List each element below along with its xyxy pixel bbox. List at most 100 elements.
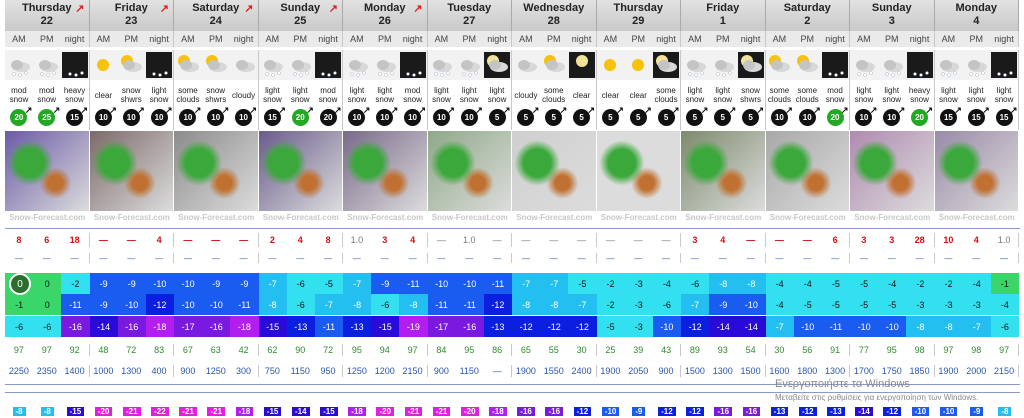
freezing-group: 2250 2350 1400	[5, 365, 90, 377]
humidity-value: 97	[943, 345, 954, 355]
cloud-base-cell: -20	[456, 405, 484, 418]
cloud-icon	[231, 52, 257, 78]
freezing-level: 1900	[938, 366, 959, 376]
wind-speed-badge: 5 ↗	[686, 105, 708, 126]
humidity-value: 63	[210, 345, 221, 355]
icon-cell	[259, 50, 287, 80]
humidity-value: 86	[492, 345, 503, 355]
wind-speed-badge: 10 ↗	[179, 105, 201, 126]
period-label: AM	[519, 34, 533, 44]
day-name: Sunday	[871, 2, 912, 14]
snow-map-thumbnail[interactable]	[427, 131, 512, 211]
snow-group: — 1.0 —	[428, 233, 512, 247]
icon-group	[174, 50, 259, 80]
wind-speed-badge: 20 ↗	[319, 105, 342, 126]
cloud-base-group: -15 -14 -15	[259, 405, 344, 418]
snow-group: 3 4 —	[681, 233, 766, 247]
min-temp: -9	[89, 294, 118, 315]
icon-cell	[512, 50, 540, 80]
snow-group: 1.0 3 4	[343, 233, 428, 247]
wind-cell: 10 ↗	[117, 104, 145, 130]
day-header: Sunday 3	[850, 0, 935, 31]
night-snow-icon	[822, 52, 849, 78]
humidity-value: 65	[520, 345, 531, 355]
period-label: night	[909, 34, 930, 44]
wind-speed-badge: 5 ↗	[657, 105, 680, 126]
min-temp: -12	[483, 294, 513, 315]
snow-map-thumbnail[interactable]	[596, 131, 681, 211]
rain-amount: —	[944, 253, 953, 263]
snow-amount: —	[774, 235, 784, 245]
temp-group: -5 -3 -10	[596, 316, 682, 337]
freezing-group: 1900 1550 2400	[512, 365, 597, 377]
expand-arrow-icon[interactable]: ↗	[160, 3, 169, 16]
expand-arrow-icon[interactable]: ↗	[75, 3, 84, 16]
period-label: PM	[293, 34, 307, 44]
freezing-group: 750 1150 950	[259, 365, 343, 377]
wind-speed-badge: 5 ↗	[714, 105, 736, 126]
wind-direction-icon: ↗	[813, 104, 821, 115]
snow-map-thumbnail[interactable]	[89, 131, 174, 211]
snow-map-thumbnail[interactable]	[5, 131, 90, 211]
wind-group: 10 ↗ 10 ↗ 10 ↗	[174, 104, 259, 130]
zoom-button[interactable]: 0	[9, 273, 31, 295]
max-temp: -4	[652, 273, 682, 294]
min-temp: -3	[906, 294, 935, 315]
temp-group: -8 -6 -8	[343, 294, 428, 315]
humidity-value: 91	[830, 345, 841, 355]
freezing-level: 1750	[881, 366, 902, 376]
min-temp: -10	[737, 294, 766, 315]
snow-map-thumbnail[interactable]	[765, 131, 850, 211]
expand-arrow-icon[interactable]: ↗	[329, 3, 338, 16]
cloud-base-value: -21	[122, 407, 141, 416]
snow-map-thumbnail[interactable]	[258, 131, 343, 211]
expand-arrow-icon[interactable]: ↗	[413, 3, 422, 16]
humidity-group: 97 98 97	[935, 344, 1019, 356]
rain-amount: —	[887, 253, 896, 263]
snow-amount: —	[211, 235, 221, 245]
map-watermark: Snow-Forecast.com	[600, 213, 677, 222]
wind-cell: 10 ↗	[766, 104, 794, 130]
snow-map-thumbnail[interactable]	[850, 131, 935, 211]
cloud-base-value: -10	[939, 407, 958, 416]
period-label: AM	[857, 34, 871, 44]
min-temp: -6	[652, 294, 682, 315]
snow-cloud-icon	[287, 52, 313, 78]
cloud-base-cell: -21	[174, 405, 202, 418]
cloud-base-group: -18 -20 -21	[343, 405, 428, 418]
chill-temp-row: -6 -6 -16 -14 -16 -18 -17 -16 -18 -15 -13 -11 -13 -15…	[5, 316, 1020, 337]
period-label: PM	[39, 34, 54, 44]
snow-map-thumbnail[interactable]	[512, 131, 597, 211]
humidity-value: 92	[69, 345, 80, 355]
min-temp: -7	[314, 294, 344, 315]
day-name: Wednesday	[523, 2, 585, 14]
min-temp: -2	[596, 294, 625, 315]
wind-group: 10 ↗ 10 ↗ 20 ↗	[850, 104, 935, 130]
cloud-base-value: -9	[970, 407, 984, 416]
snow-map-thumbnail[interactable]	[681, 131, 766, 211]
cloud-base-value: -15	[320, 407, 338, 416]
wind-direction-icon: ↗	[278, 104, 286, 115]
temp-group: -5 -4 -2	[850, 273, 935, 294]
snow-map-thumbnail[interactable]	[343, 131, 428, 211]
freezing-level: 1150	[290, 366, 310, 376]
rain-amount: —	[775, 253, 784, 263]
icon-cell	[681, 50, 709, 80]
max-temp: -4	[793, 273, 822, 294]
snow-map-thumbnail[interactable]	[174, 131, 259, 211]
freezing-group: 1250 1200 2150	[343, 365, 428, 377]
day-header: Tuesday 27	[427, 0, 512, 31]
min-temp: -12	[145, 294, 175, 315]
wind-cell: 10 ↗	[371, 104, 399, 130]
cloud-base-value: -15	[66, 407, 85, 416]
rain-group: — — —	[935, 253, 1019, 263]
rain-row: — — — — — — — — — — — — — — — — — — — — — — — — — — — — — — — — — — — —	[5, 253, 1020, 263]
period-label: AM	[350, 34, 364, 44]
snow-map-thumbnail[interactable]	[934, 131, 1019, 211]
wind-group: 5 ↗ 5 ↗ 5 ↗	[512, 104, 597, 130]
wind-group: 15 ↗ 15 ↗ 15 ↗	[935, 104, 1019, 130]
humidity-value: 55	[548, 345, 559, 355]
day-header: Saturday 24 ↗	[174, 0, 259, 31]
expand-arrow-icon[interactable]: ↗	[244, 3, 253, 16]
wind-cell: 10 ↗	[455, 104, 483, 130]
